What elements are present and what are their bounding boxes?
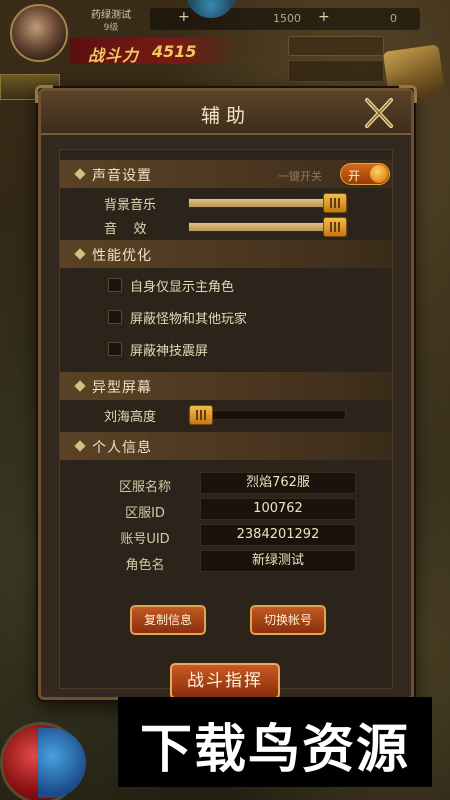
hud-event-button-2[interactable] — [288, 60, 384, 82]
checkbox-no-shake[interactable] — [108, 342, 122, 356]
role-name-value: 新绿测试 — [200, 550, 356, 572]
bgm-label: 背景音乐 — [104, 198, 157, 213]
bgm-slider-fill — [189, 199, 335, 207]
dialog-header: 辅助 — [35, 85, 417, 135]
section-diamond-icon — [74, 248, 86, 260]
info-label: 区服ID — [125, 506, 165, 521]
player-name: 药绿测试 — [91, 10, 131, 21]
section-diamond-icon — [74, 168, 86, 180]
bgm-slider[interactable] — [188, 193, 348, 213]
player-level: 9级 — [103, 23, 119, 33]
close-icon — [365, 98, 393, 128]
top-hud: 药绿测试 9级 + 1500 + 0 战斗力 4515 — [0, 0, 450, 102]
copy-info-button[interactable]: 复制信息 — [130, 605, 206, 635]
section-performance: 性能优化 — [60, 240, 392, 268]
power-value: 4515 — [152, 42, 197, 61]
sfx-slider-handle[interactable] — [323, 217, 347, 237]
power-label: 战斗力 — [88, 46, 140, 65]
sound-toggle[interactable]: 开 — [340, 163, 390, 185]
info-label: 区服名称 — [118, 480, 171, 495]
option-label: 自身仅显示主角色 — [130, 280, 235, 295]
server-id-value: 100762 — [200, 498, 356, 520]
bgm-slider-handle[interactable] — [323, 193, 347, 213]
add-diamond-icon[interactable]: + — [318, 10, 332, 24]
sfx-slider[interactable] — [188, 217, 348, 237]
section-info: 个人信息 — [60, 432, 392, 460]
sfx-slider-fill — [189, 223, 335, 231]
sfx-label: 音 效 — [104, 222, 147, 237]
section-diamond-icon — [74, 380, 86, 392]
battle-command-button[interactable]: 战斗指挥 — [170, 663, 280, 699]
close-button[interactable] — [357, 95, 401, 131]
server-name-value: 烈焰762服 — [200, 472, 356, 494]
section-diamond-icon — [74, 440, 86, 452]
section-title: 异型屏幕 — [92, 380, 152, 396]
checkbox-self-only[interactable] — [108, 278, 122, 292]
toggle-knob — [370, 165, 388, 183]
add-gold-icon[interactable]: + — [178, 10, 192, 24]
info-label: 账号UID — [120, 532, 170, 547]
assist-dialog: 辅助 声音设置 一键开关 开 背景音乐 音 效 性能优化 自身仅显示主角色 屏蔽… — [35, 85, 417, 700]
section-title: 性能优化 — [92, 248, 152, 264]
notch-slider-handle[interactable] — [189, 405, 213, 425]
watermark-text: 下载鸟资源 — [139, 720, 410, 780]
toggle-all-label: 一键开关 — [278, 170, 322, 183]
notch-slider[interactable] — [188, 405, 346, 425]
dialog-title: 辅助 — [200, 105, 251, 127]
notch-label: 刘海高度 — [104, 410, 157, 425]
option-label: 屏蔽怪物和其他玩家 — [130, 312, 248, 327]
checkbox-hide-monsters[interactable] — [108, 310, 122, 324]
section-sound: 声音设置 一键开关 开 — [60, 160, 392, 188]
hud-event-button[interactable] — [288, 36, 384, 56]
switch-account-button[interactable]: 切换帐号 — [250, 605, 326, 635]
section-title: 声音设置 — [92, 168, 152, 184]
account-uid-value: 2384201292 — [200, 524, 356, 546]
option-label: 屏蔽神技震屏 — [130, 344, 209, 359]
gold-amount: 1500 — [273, 12, 301, 25]
watermark-banner: 下载鸟资源 — [118, 697, 432, 787]
player-avatar[interactable] — [10, 4, 68, 62]
toggle-on-text: 开 — [348, 169, 361, 183]
diamond-amount: 0 — [390, 12, 397, 25]
section-screen: 异型屏幕 — [60, 372, 392, 400]
dialog-body: 声音设置 一键开关 开 背景音乐 音 效 性能优化 自身仅显示主角色 屏蔽怪物和… — [59, 149, 393, 689]
section-title: 个人信息 — [92, 440, 152, 456]
info-label: 角色名 — [125, 558, 165, 573]
